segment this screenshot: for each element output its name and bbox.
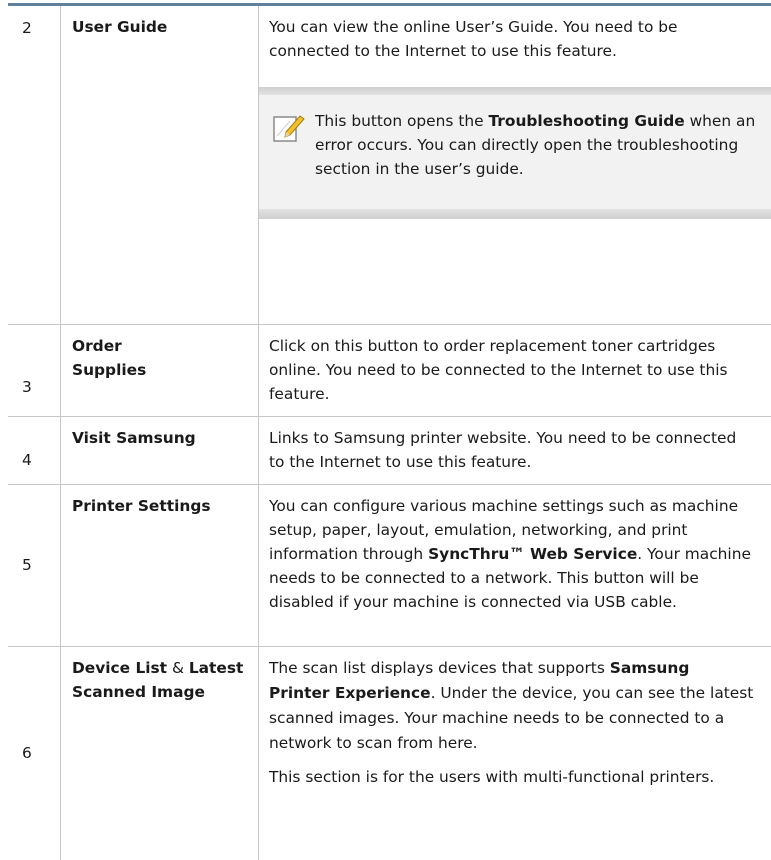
table-row: 2 User Guide You can view the online Use… bbox=[8, 6, 771, 324]
row-number: 3 bbox=[8, 324, 61, 416]
table-row: 6 Device List & Latest Scanned Image The… bbox=[8, 646, 771, 860]
row-description: You can view the online User’s Guide. Yo… bbox=[259, 6, 771, 324]
row-button-name: OrderSupplies bbox=[61, 324, 259, 416]
description-text: You can view the online User’s Guide. Yo… bbox=[269, 15, 755, 63]
row-button-name: Device List & Latest Scanned Image bbox=[61, 646, 259, 860]
row-number: 2 bbox=[8, 6, 61, 324]
row-description: Links to Samsung printer website. You ne… bbox=[259, 416, 771, 484]
row-description: You can configure various machine settin… bbox=[259, 484, 771, 646]
table-row: 3 OrderSupplies Click on this button to … bbox=[8, 324, 771, 416]
note-text: This button opens the Troubleshooting Gu… bbox=[315, 109, 771, 181]
row-number: 4 bbox=[8, 416, 61, 484]
note-pencil-icon bbox=[273, 109, 315, 181]
row-button-name: User Guide bbox=[61, 6, 259, 324]
row-description: The scan list displays devices that supp… bbox=[259, 646, 771, 860]
row-button-name: Printer Settings bbox=[61, 484, 259, 646]
syncthru-term: SyncThru™ Web Service bbox=[428, 545, 637, 563]
row-number: 6 bbox=[8, 646, 61, 860]
button-description-table: 2 User Guide You can view the online Use… bbox=[8, 6, 771, 860]
row-button-name: Visit Samsung bbox=[61, 416, 259, 484]
note-box: This button opens the Troubleshooting Gu… bbox=[259, 87, 771, 219]
table-row: 4 Visit Samsung Links to Samsung printer… bbox=[8, 416, 771, 484]
row-description: Click on this button to order replacemen… bbox=[259, 324, 771, 416]
table-row: 5 Printer Settings You can configure var… bbox=[8, 484, 771, 646]
row-number: 5 bbox=[8, 484, 61, 646]
troubleshooting-guide-term: Troubleshooting Guide bbox=[488, 112, 684, 130]
